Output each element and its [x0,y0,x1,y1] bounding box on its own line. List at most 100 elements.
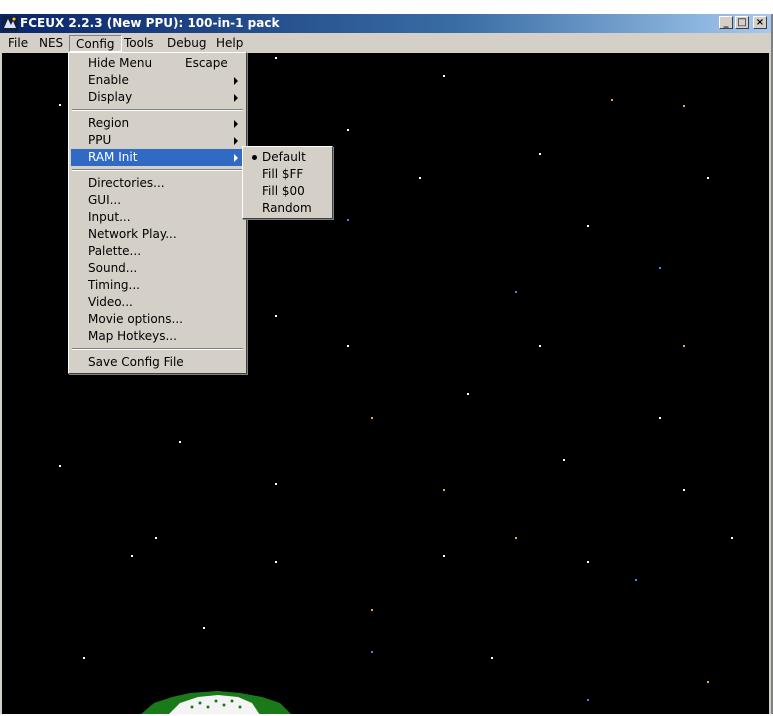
menu-item-label: PPU [88,133,112,147]
menu-item-video[interactable]: Video... [71,294,244,311]
menu-item-movie-options[interactable]: Movie options... [71,311,244,328]
menu-bar: File NES Config Tools Debug Help [0,33,771,53]
star [443,489,445,491]
menu-item-directories[interactable]: Directories... [71,175,244,192]
menu-item-label: Save Config File [88,355,184,369]
menu-item-label: Fill $FF [262,167,304,181]
star [611,99,613,101]
menu-item-hide-menu[interactable]: Hide Menu Escape [71,55,244,72]
star [707,177,709,179]
star [275,315,277,317]
star [275,561,277,563]
menu-separator [72,109,243,111]
star [587,699,589,701]
star [347,129,349,131]
menu-item-label: Video... [88,295,133,309]
menu-item-save-config[interactable]: Save Config File [71,354,244,371]
radio-bullet-icon [252,155,257,160]
star [59,104,61,106]
menu-item-palette[interactable]: Palette... [71,243,244,260]
menu-separator [72,348,243,350]
maximize-button[interactable]: □ [735,16,749,29]
submenu-arrow-icon [234,77,238,85]
menu-item-label: Region [88,116,130,130]
star [707,681,709,683]
menu-nes[interactable]: NES [33,35,69,52]
menu-tools[interactable]: Tools [118,35,160,52]
ram-init-submenu: Default Fill $FF Fill $00 Random [242,146,333,219]
star [275,483,277,485]
star [371,609,373,611]
star [155,537,157,539]
star [371,651,373,653]
star [443,75,445,77]
menu-item-label: Enable [88,73,129,87]
menu-item-label: Timing... [88,278,140,292]
menu-config[interactable]: Config [69,35,122,52]
submenu-arrow-icon [234,137,238,145]
star [539,153,541,155]
star [131,555,133,557]
submenu-arrow-icon [234,154,238,162]
star [683,489,685,491]
star [635,579,637,581]
close-button[interactable]: × [753,16,767,29]
menu-item-ram-init[interactable]: RAM Init [71,149,244,166]
star [515,537,517,539]
star [515,291,517,293]
star [683,105,685,107]
menu-item-label: Sound... [88,261,138,275]
menu-item-display[interactable]: Display [71,89,244,106]
star [587,561,589,563]
fceux-app-icon [2,16,18,31]
star [419,177,421,179]
menu-help[interactable]: Help [210,35,249,52]
menu-item-enable[interactable]: Enable [71,72,244,89]
star [275,57,277,59]
star [659,267,661,269]
menu-item-label: Palette... [88,244,142,258]
star [491,657,493,659]
menu-item-timing[interactable]: Timing... [71,277,244,294]
menu-item-accelerator: Escape [185,56,228,70]
star [347,219,349,221]
menu-item-label: Network Play... [88,227,177,241]
ufo-sprite [141,691,291,714]
menu-item-label: Display [88,90,133,104]
star [203,627,205,629]
menu-item-label: Random [262,201,312,215]
star [467,393,469,395]
star [659,417,661,419]
desktop-strip [0,0,773,14]
menu-item-sound[interactable]: Sound... [71,260,244,277]
star [347,345,349,347]
menu-item-label: Default [262,150,306,164]
ram-init-fill-00[interactable]: Fill $00 [245,183,330,200]
star [59,465,61,467]
menu-item-region[interactable]: Region [71,115,244,132]
ram-init-default[interactable]: Default [245,149,330,166]
menu-item-label: Input... [88,210,131,224]
menu-item-input[interactable]: Input... [71,209,244,226]
menu-item-ppu[interactable]: PPU [71,132,244,149]
ram-init-fill-ff[interactable]: Fill $FF [245,166,330,183]
menu-item-label: Fill $00 [262,184,305,198]
star [587,225,589,227]
config-menu: Hide Menu Escape Enable Display Region P… [68,52,247,374]
menu-item-label: Map Hotkeys... [88,329,177,343]
ram-init-random[interactable]: Random [245,200,330,217]
menu-file[interactable]: File [2,35,34,52]
minimize-button[interactable]: _ [719,16,733,29]
menu-item-label: Hide Menu [88,56,153,70]
menu-item-label: RAM Init [88,150,138,164]
menu-item-map-hotkeys[interactable]: Map Hotkeys... [71,328,244,345]
menu-item-gui[interactable]: GUI... [71,192,244,209]
star [83,657,85,659]
menu-item-label: Movie options... [88,312,183,326]
submenu-arrow-icon [234,94,238,102]
menu-debug[interactable]: Debug [161,35,212,52]
title-bar[interactable]: FCEUX 2.2.3 (New PPU): 100-in-1 pack _ □… [0,14,771,33]
submenu-arrow-icon [234,120,238,128]
menu-item-network-play[interactable]: Network Play... [71,226,244,243]
menu-item-label: GUI... [88,193,122,207]
